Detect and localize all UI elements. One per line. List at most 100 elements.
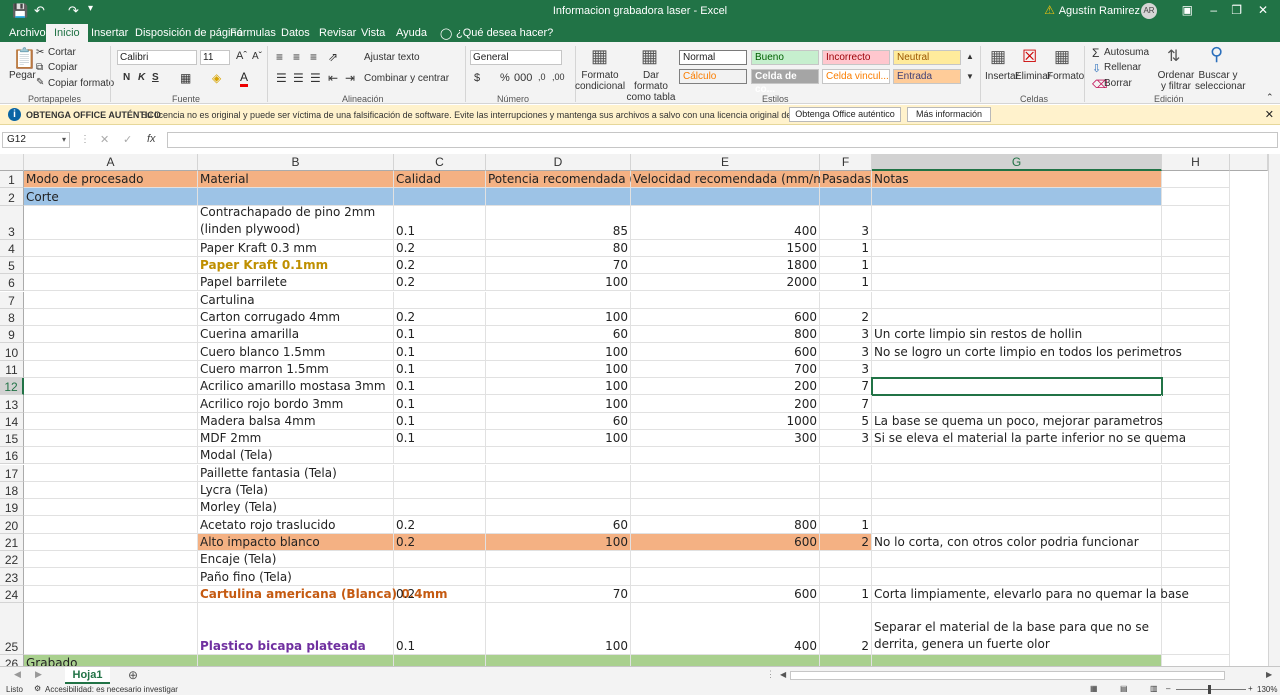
cell-g15[interactable]: Si se eleva el material la parte inferio… [872,429,1186,448]
fill-button[interactable]: Rellenar [1104,62,1141,73]
styles-scroll-up-icon[interactable]: ▲ [966,52,974,61]
cell-b11[interactable]: Cuero marron 1.5mm [198,360,394,378]
tab-disposicion[interactable]: Disposición de página [135,27,243,39]
cell-c18[interactable] [394,481,486,500]
cell-h18[interactable] [1162,481,1230,500]
align-bottom-icon[interactable]: ≡ [310,50,317,64]
tell-me-search[interactable]: ¿Qué desea hacer? [456,27,553,39]
cell-c13[interactable]: 0.1 [394,395,486,413]
cell-g14[interactable]: La base se quema un poco, mejorar parame… [872,412,1163,430]
cell-e10[interactable]: 600 [631,343,820,361]
row-header-13[interactable]: 13 [0,395,24,413]
delete-cells-button[interactable]: Eliminar [1015,71,1051,82]
cell-f19[interactable] [820,499,872,517]
cell-b10[interactable]: Cuero blanco 1.5mm [198,343,394,361]
cell-d9[interactable]: 60 [486,326,631,344]
zoom-level[interactable]: 130% [1257,685,1277,694]
style-calculo[interactable]: Cálculo [679,69,747,84]
cell-a20[interactable] [24,516,198,534]
cell-h9[interactable] [1162,326,1230,344]
format-painter-button[interactable]: Copiar formato [48,78,114,89]
decrease-decimal-icon[interactable]: ,00 [552,72,565,82]
cell-f9[interactable]: 3 [820,326,872,344]
copy-button[interactable]: Copiar [48,62,77,73]
row-header-8[interactable]: 8 [0,308,24,327]
cell-d12[interactable]: 100 [486,378,631,396]
cell-c15[interactable]: 0.1 [394,429,486,448]
tab-ayuda[interactable]: Ayuda [396,27,427,39]
row-header-25[interactable]: 25 [0,602,24,655]
cell-f22[interactable] [820,551,872,569]
format-table-button[interactable]: Dar formato como tabla [625,70,677,103]
cell-d14[interactable]: 60 [486,412,631,430]
hscroll-right-icon[interactable]: ▶ [1266,670,1272,679]
normal-view-icon[interactable]: ▦ [1090,684,1098,693]
cell-a2[interactable]: Corte [24,188,198,206]
autosum-button[interactable]: Autosuma [1104,47,1149,58]
cell-g2[interactable] [872,188,1162,206]
cell-c1[interactable]: Calidad [394,171,486,189]
cell-e20[interactable]: 800 [631,516,820,534]
style-incorrecto[interactable]: Incorrecto [822,50,890,65]
cell-h12[interactable] [1162,378,1230,396]
row-header-24[interactable]: 24 [0,585,24,603]
cell-g22[interactable] [872,551,1162,569]
cell-d1[interactable]: Potencia recomendada (%) [486,171,650,189]
cell-h22[interactable] [1162,551,1230,569]
decrease-indent-icon[interactable]: ⇤ [328,71,338,85]
cell-f14[interactable]: 5 [820,412,872,430]
cell-f16[interactable] [820,447,872,465]
increase-indent-icon[interactable]: ⇥ [345,71,355,85]
cell-a1[interactable]: Modo de procesado [24,171,198,189]
row-header-5[interactable]: 5 [0,256,24,275]
sort-filter-icon[interactable]: ⇅ [1167,46,1180,66]
cell-a13[interactable] [24,395,198,413]
cell-h17[interactable] [1162,464,1230,482]
cell-f17[interactable] [820,464,872,482]
row-header-4[interactable]: 4 [0,239,24,257]
cell-f24[interactable]: 1 [820,585,872,603]
get-office-button[interactable]: Obtenga Office auténtico [789,107,901,122]
sort-filter-button[interactable]: Ordenar y filtrar [1155,70,1197,92]
autosum-icon[interactable]: Σ [1092,46,1099,60]
cell-b21[interactable]: Alto impacto blanco [198,533,394,551]
format-cells-icon[interactable]: ▦ [1054,47,1070,67]
cell-d15[interactable]: 100 [486,429,631,448]
cell-b23[interactable]: Paño fino (Tela) [198,568,394,586]
cell-e3[interactable]: 400 [631,205,820,240]
cell-f12[interactable]: 7 [820,378,872,396]
cell-d23[interactable] [486,568,631,586]
cell-h23[interactable] [1162,568,1230,586]
grow-font-icon[interactable]: Aˆ [236,50,247,62]
cell-h8[interactable] [1162,308,1230,327]
row-header-15[interactable]: 15 [0,429,24,448]
cut-icon[interactable]: ✂ [36,47,44,58]
increase-decimal-icon[interactable]: ,0 [538,72,546,82]
cell-f18[interactable] [820,481,872,500]
prev-sheet-icon[interactable]: ◀ [14,669,21,680]
cell-a25[interactable] [24,602,198,655]
insert-cells-button[interactable]: Insertar [985,71,1019,82]
percent-icon[interactable]: % [500,72,510,84]
cell-h26[interactable] [1162,654,1230,666]
cell-b12[interactable]: Acrilico amarillo mostasa 3mm [198,378,394,396]
minimize-icon[interactable]: – [1210,3,1217,17]
cell-e26[interactable] [631,654,820,666]
row-header-3[interactable]: 3 [0,205,24,240]
cell-g19[interactable] [872,499,1162,517]
align-right-icon[interactable]: ☰ [310,71,321,85]
cell-d6[interactable]: 100 [486,274,631,292]
cell-f26[interactable] [820,654,872,666]
cell-h3[interactable] [1162,205,1230,240]
worksheet-grid[interactable]: A B C D E F G H 1 Modo de procesado Material Calida… [0,154,1280,666]
cell-e4[interactable]: 1500 [631,239,820,257]
style-neutral[interactable]: Neutral [893,50,961,65]
cell-a10[interactable] [24,343,198,361]
row-header-19[interactable]: 19 [0,499,24,517]
orientation-icon[interactable]: ⇗ [328,50,338,64]
cut-button[interactable]: Cortar [48,47,76,58]
cell-b8[interactable]: Carton corrugado 4mm [198,308,394,327]
cell-d5[interactable]: 70 [486,256,631,275]
cell-d25[interactable]: 100 [486,602,631,655]
cell-c23[interactable] [394,568,486,586]
